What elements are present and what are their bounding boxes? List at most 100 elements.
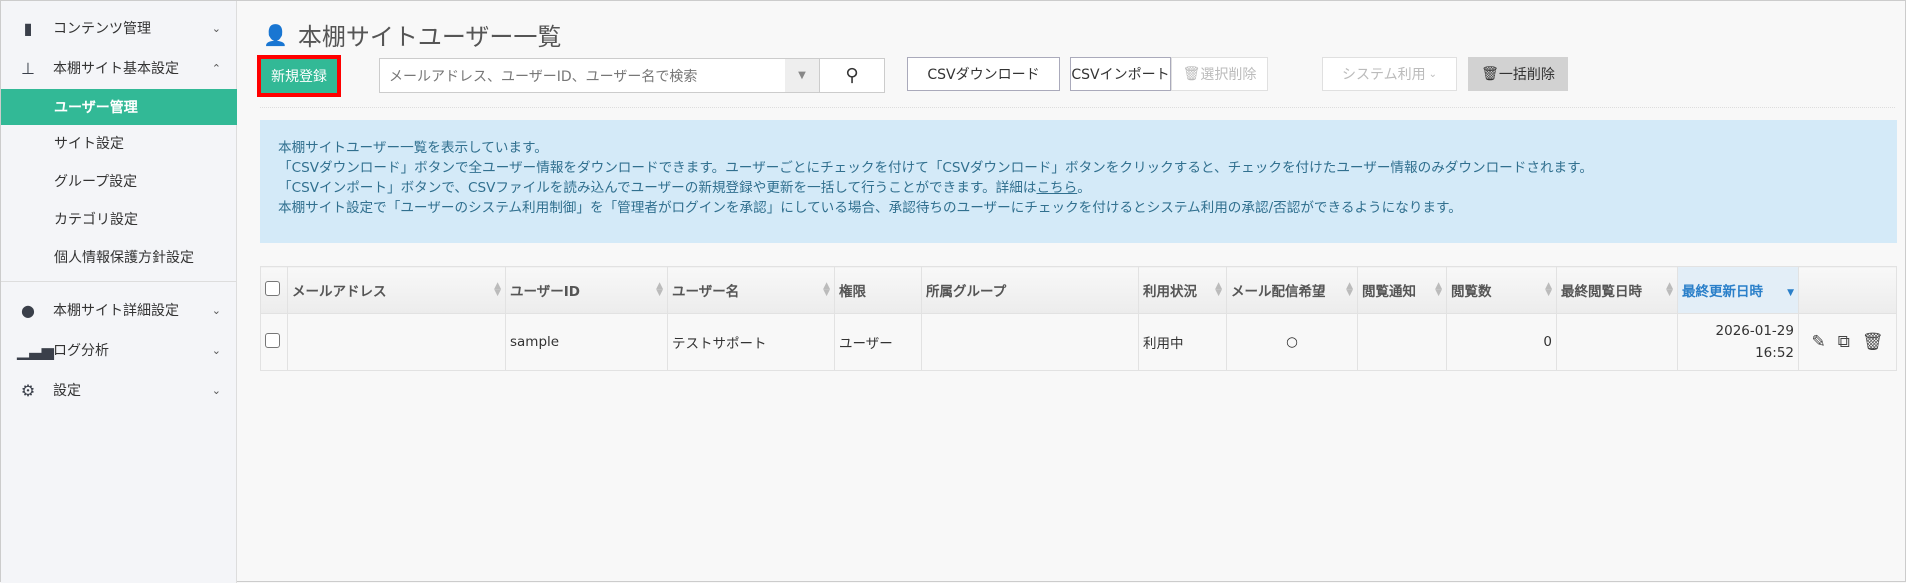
sidebar-item-label: 本棚サイト基本設定: [53, 61, 179, 77]
cell-last-viewed: [1556, 313, 1678, 371]
bar-chart-icon: ▁▃▅: [17, 340, 54, 360]
column-notify[interactable]: 閲覧通知 ▲ ▼: [1357, 266, 1447, 314]
column-label: 最終更新日時: [1682, 284, 1763, 300]
sidebar-item-log-analysis[interactable]: ▁▃▅ ログ分析 ⌄: [1, 333, 237, 367]
system-use-dropdown[interactable]: システム利用 ⌄: [1322, 57, 1457, 91]
trash-icon: 🗑: [1182, 66, 1201, 82]
column-label: メール配信希望: [1231, 284, 1326, 300]
cell-status: 利用中: [1138, 313, 1227, 371]
cell-last-updated: 2026-01-29 16:52: [1677, 313, 1799, 371]
search-placeholder: メールアドレス、ユーザーID、ユーザー名で検索: [389, 68, 698, 85]
gear-icon: ⚙: [20, 380, 36, 400]
sidebar-item-settings[interactable]: ⚙ 設定 ⌄: [1, 373, 237, 407]
column-label: 閲覧通知: [1362, 284, 1416, 300]
column-label: ユーザーID: [510, 284, 580, 300]
updated-time: 16:52: [1755, 345, 1794, 361]
info-line: 本棚サイト設定で「ユーザーのシステム利用制御」を「管理者がログインを承認」にして…: [278, 200, 1462, 216]
chevron-up-icon: ⌃: [211, 61, 221, 75]
column-role: 権限: [834, 266, 922, 314]
delete-selected-label: 選択削除: [1200, 67, 1257, 83]
info-line: 本棚サイトユーザー一覧を表示しています。: [278, 140, 548, 156]
updated-date: 2026-01-29: [1715, 323, 1794, 339]
cell-views: 0: [1446, 313, 1557, 371]
divider: [260, 107, 1895, 108]
row-checkbox[interactable]: [260, 313, 288, 371]
column-label: ユーザー名: [672, 284, 740, 300]
sidebar-divider: [1, 281, 237, 282]
user-icon: 👤: [263, 22, 288, 47]
cell-group: [921, 313, 1139, 371]
book-icon: ▮: [23, 18, 33, 38]
chevron-down-icon: ⌄: [211, 21, 221, 35]
sidebar-item-basic-settings[interactable]: ⊥ 本棚サイト基本設定 ⌃: [1, 51, 237, 85]
column-label: 権限: [839, 284, 866, 300]
table-row: sample テストサポート ユーザー 利用中 ○ 0 2026-01-29 16…: [260, 313, 1897, 371]
chevron-down-icon: ⌄: [211, 383, 221, 397]
cell-role: ユーザー: [834, 313, 922, 371]
column-label: 閲覧数: [1451, 284, 1492, 300]
cell-user-name: テストサポート: [667, 313, 835, 371]
cell-notify: [1357, 313, 1447, 371]
sort-desc-icon: ▼: [1787, 288, 1794, 298]
column-last-updated[interactable]: 最終更新日時 ▼: [1677, 266, 1799, 314]
select-all-checkbox[interactable]: [260, 266, 288, 314]
copy-icon[interactable]: ⧉: [1838, 332, 1850, 352]
column-user-id[interactable]: ユーザーID ▲ ▼: [505, 266, 668, 314]
sidebar: ▮ コンテンツ管理 ⌄ ⊥ 本棚サイト基本設定 ⌃ ユーザー管理 サイト設定 グループ設…: [1, 1, 237, 583]
sidebar-sub-user-management[interactable]: ユーザー管理: [1, 89, 237, 125]
sidebar-sub-privacy-settings[interactable]: 個人情報保護方針設定: [1, 239, 237, 275]
chevron-down-icon: ⌄: [211, 303, 221, 317]
column-user-name[interactable]: ユーザー名 ▲ ▼: [667, 266, 835, 314]
cell-actions: ✎ ⧉ 🗑: [1798, 313, 1897, 371]
column-status[interactable]: 利用状況 ▲ ▼: [1138, 266, 1227, 314]
column-last-viewed[interactable]: 最終閲覧日時 ▲ ▼: [1556, 266, 1678, 314]
page-title: 👤 本棚サイトユーザー一覧: [263, 17, 561, 52]
table-header-row: メールアドレス ▲ ▼ ユーザーID ▲ ▼ ユーザー名 ▲ ▼ 権限 所属グループ 利用状…: [260, 266, 1897, 314]
trash-icon[interactable]: 🗑: [1862, 332, 1884, 352]
chevron-down-icon: ⌄: [1428, 68, 1437, 80]
sidebar-item-label: 本棚サイト詳細設定: [53, 303, 179, 319]
delete-selected-button[interactable]: 🗑 選択削除: [1171, 57, 1268, 91]
caret-down-icon[interactable]: ▼: [785, 59, 819, 92]
column-actions: [1798, 266, 1897, 314]
csv-download-button[interactable]: CSVダウンロード: [907, 57, 1060, 91]
csv-import-button[interactable]: CSVインポート: [1070, 57, 1171, 91]
sidebar-item-label: コンテンツ管理: [53, 21, 151, 37]
sort-icon: ▲ ▼: [1666, 281, 1673, 298]
sidebar-item-detail-settings[interactable]: ● 本棚サイト詳細設定 ⌄: [1, 293, 237, 327]
info-line: 「CSVインポート」ボタンで、CSVファイルを読み込んでユーザーの新規登録や更新…: [278, 178, 1879, 198]
sort-icon: ▲ ▼: [1435, 281, 1442, 298]
column-mail-pref[interactable]: メール配信希望 ▲ ▼: [1226, 266, 1358, 314]
column-label: 最終閲覧日時: [1561, 284, 1642, 300]
column-email[interactable]: メールアドレス ▲ ▼: [287, 266, 506, 314]
system-use-label: システム利用: [1342, 67, 1426, 83]
trash-icon: 🗑: [1481, 66, 1499, 82]
search-button[interactable]: ⚲: [819, 58, 885, 93]
sidebar-item-contents[interactable]: ▮ コンテンツ管理 ⌄: [1, 11, 237, 45]
cell-user-id: sample: [505, 313, 668, 371]
sidebar-sub-group-settings[interactable]: グループ設定: [1, 163, 237, 199]
sort-icon: ▲ ▼: [494, 281, 501, 298]
column-views[interactable]: 閲覧数 ▲ ▼: [1446, 266, 1557, 314]
search-input[interactable]: メールアドレス、ユーザーID、ユーザー名で検索 ▼: [379, 58, 820, 93]
edit-icon[interactable]: ✎: [1812, 332, 1826, 352]
sidebar-sub-site-settings[interactable]: サイト設定: [1, 125, 237, 161]
info-text: 。: [1077, 180, 1091, 196]
details-link[interactable]: こちら: [1036, 180, 1077, 196]
column-group: 所属グループ: [921, 266, 1139, 314]
new-register-button[interactable]: 新規登録: [261, 59, 337, 93]
sidebar-item-label: 設定: [53, 383, 81, 399]
cell-email: [287, 313, 506, 371]
search-icon: ⚲: [845, 65, 859, 86]
users-table: メールアドレス ▲ ▼ ユーザーID ▲ ▼ ユーザー名 ▲ ▼ 権限 所属グループ 利用状…: [260, 266, 1897, 371]
chevron-down-icon: ⌄: [211, 343, 221, 357]
sort-icon: ▲ ▼: [1545, 281, 1552, 298]
column-label: メールアドレス: [292, 284, 387, 300]
cell-mail-pref: ○: [1226, 313, 1358, 371]
bulk-delete-label: 一括削除: [1498, 67, 1555, 83]
sitemap-icon: ⊥: [21, 58, 35, 78]
bulk-delete-button[interactable]: 🗑 一括削除: [1468, 57, 1568, 91]
sort-icon: ▲ ▼: [1215, 281, 1222, 298]
sidebar-sub-category-settings[interactable]: カテゴリ設定: [1, 201, 237, 237]
info-line: 「CSVダウンロード」ボタンで全ユーザー情報をダウンロードできます。ユーザーごと…: [278, 160, 1593, 176]
